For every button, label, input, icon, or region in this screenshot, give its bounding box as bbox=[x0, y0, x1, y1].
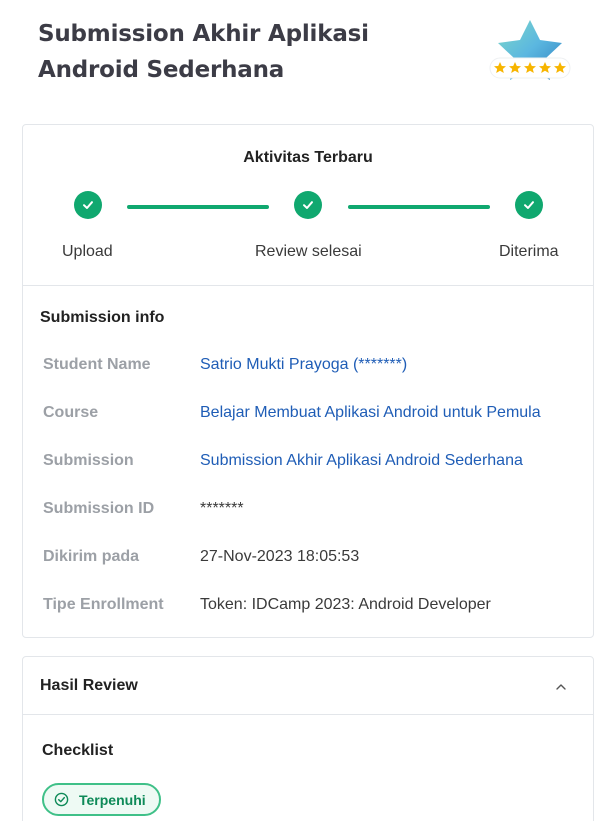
status-label: Terpenuhi bbox=[79, 791, 146, 808]
star-rating-badge-icon bbox=[489, 20, 571, 80]
step-upload-check-icon bbox=[74, 191, 102, 219]
info-row-sent-at: Dikirim pada 27-Nov-2023 18:05:53 bbox=[43, 548, 583, 570]
checklist-title: Checklist bbox=[42, 742, 114, 759]
activity-card: Aktivitas Terbaru Upload Review selesai … bbox=[22, 124, 594, 638]
course-link[interactable]: Belajar Membuat Aplikasi Android untuk P… bbox=[200, 404, 541, 422]
info-key: Course bbox=[43, 404, 99, 421]
info-key: Dikirim pada bbox=[43, 548, 140, 565]
info-key: Submission ID bbox=[43, 500, 155, 517]
info-key: Tipe Enrollment bbox=[43, 596, 164, 613]
info-row-submission-id: Submission ID ******* bbox=[43, 500, 583, 522]
submission-info-title: Submission info bbox=[40, 309, 165, 326]
chevron-up-icon[interactable] bbox=[555, 682, 567, 692]
sent-at-value: 27-Nov-2023 18:05:53 bbox=[200, 548, 360, 565]
submission-id-value: ******* bbox=[200, 500, 244, 517]
divider bbox=[23, 285, 593, 286]
student-name-link[interactable]: Satrio Mukti Prayoga (*******) bbox=[200, 356, 407, 374]
page-title: Submission Akhir Aplikasi Android Sederh… bbox=[38, 21, 369, 83]
info-key: Student Name bbox=[43, 356, 151, 373]
info-row-student-name: Student Name Satrio Mukti Prayoga (*****… bbox=[43, 356, 583, 378]
step-review-check-icon bbox=[294, 191, 322, 219]
check-circle-icon bbox=[54, 792, 69, 807]
review-title: Hasil Review bbox=[40, 677, 138, 694]
submission-link[interactable]: Submission Akhir Aplikasi Android Sederh… bbox=[200, 452, 523, 470]
info-row-course: Course Belajar Membuat Aplikasi Android … bbox=[43, 404, 583, 426]
review-card: Hasil Review Checklist Terpenuhi bbox=[22, 656, 594, 821]
activity-title: Aktivitas Terbaru bbox=[243, 149, 373, 166]
enrollment-type-value: Token: IDCamp 2023: Android Developer bbox=[200, 596, 491, 613]
divider bbox=[23, 714, 593, 715]
step-label-review: Review selesai bbox=[255, 243, 362, 260]
info-row-submission: Submission Submission Akhir Aplikasi And… bbox=[43, 452, 583, 474]
info-key: Submission bbox=[43, 452, 134, 469]
step-connector bbox=[127, 205, 269, 209]
step-label-accepted: Diterima bbox=[499, 243, 559, 260]
step-accepted-check-icon bbox=[515, 191, 543, 219]
info-row-enrollment-type: Tipe Enrollment Token: IDCamp 2023: Andr… bbox=[43, 596, 583, 618]
step-label-upload: Upload bbox=[62, 243, 113, 260]
status-badge: Terpenuhi bbox=[42, 783, 161, 816]
step-connector bbox=[348, 205, 490, 209]
